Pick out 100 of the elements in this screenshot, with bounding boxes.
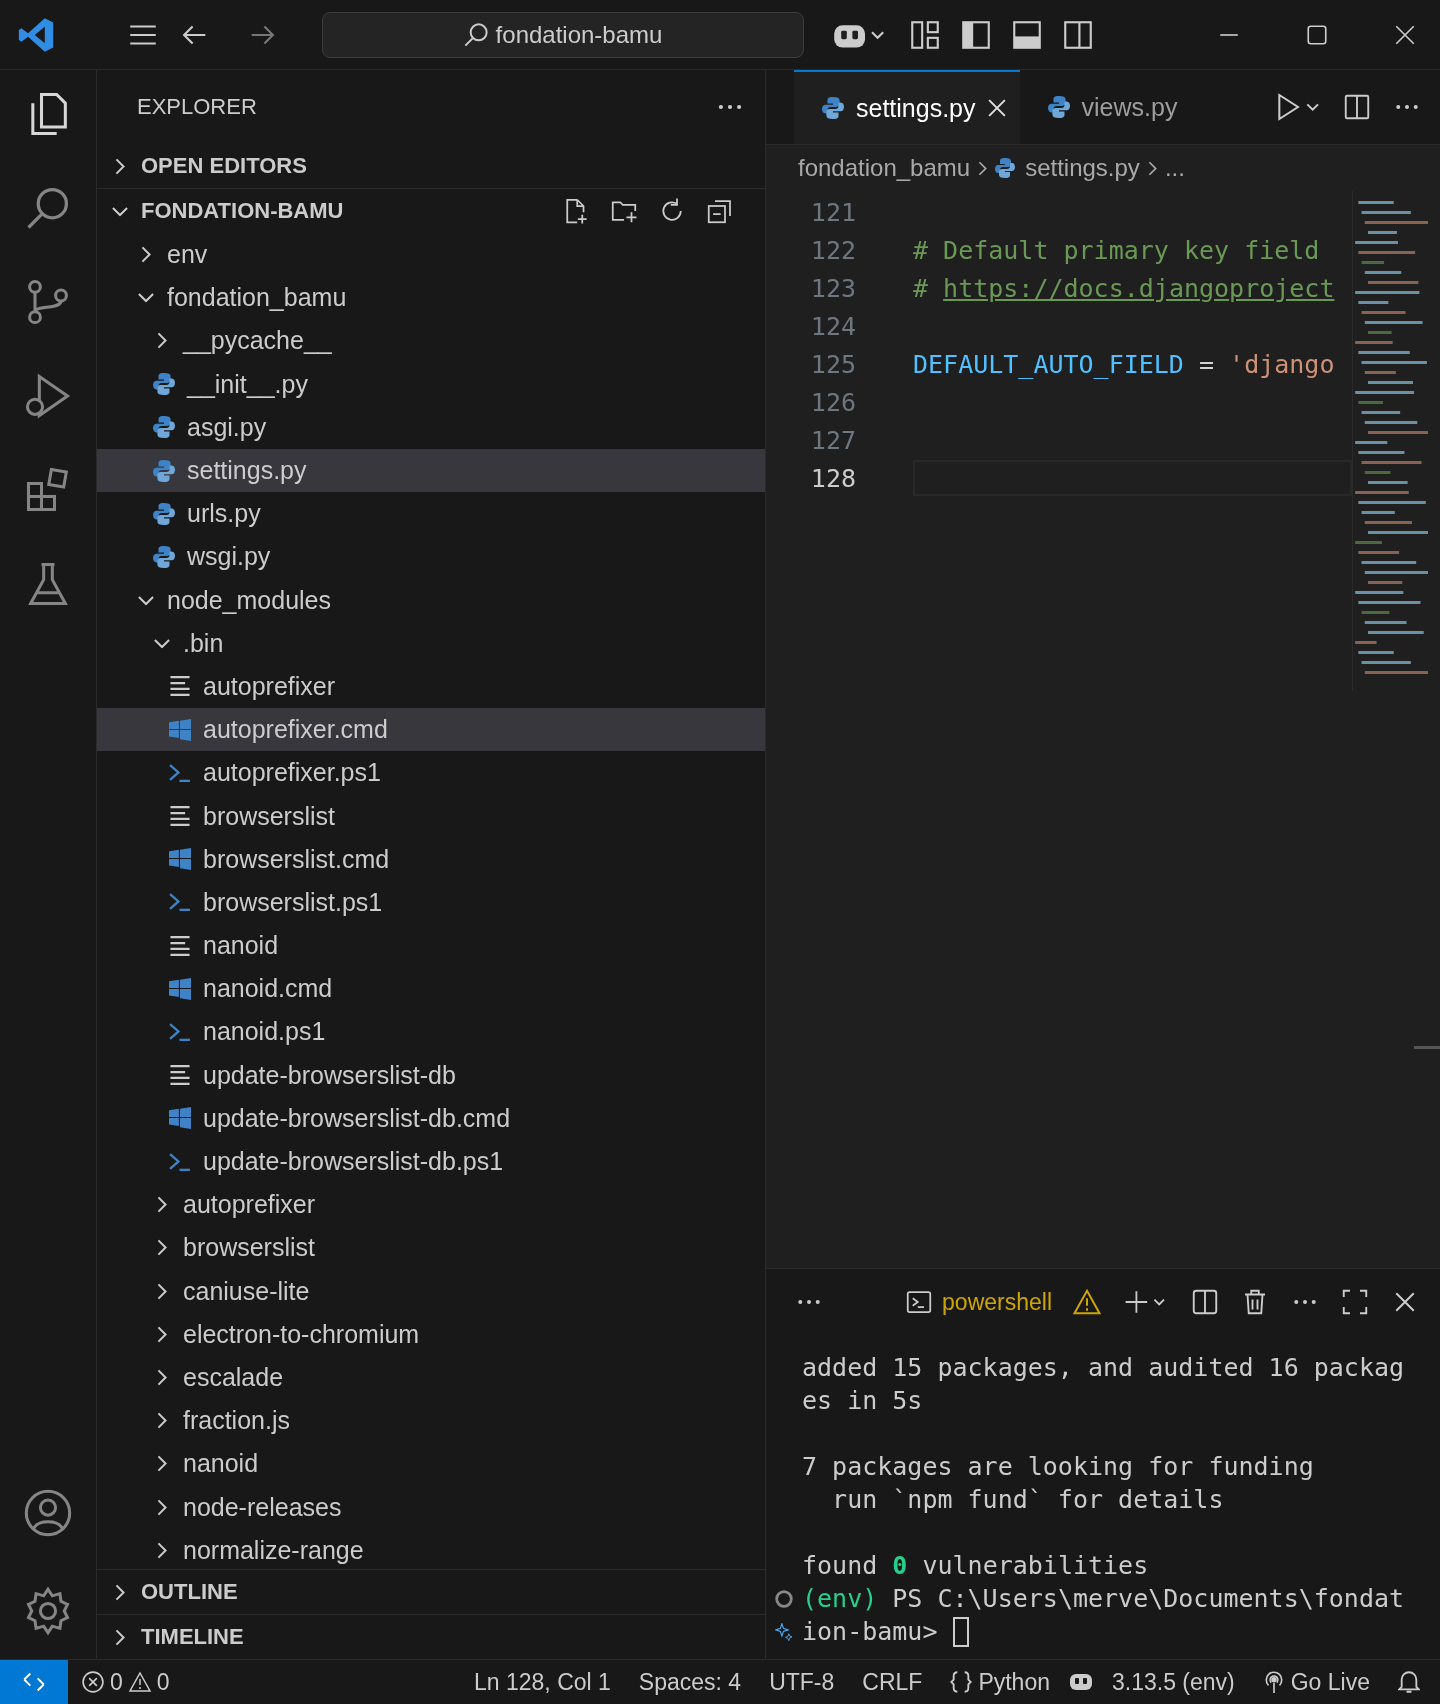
tree-item[interactable]: wsgi.py (97, 535, 765, 579)
cursor-position[interactable]: Ln 128, Col 1 (460, 1668, 625, 1696)
tree-item[interactable]: browserslist.cmd (97, 837, 765, 881)
problems-indicator[interactable]: 0 0 (68, 1668, 184, 1696)
maximize-icon[interactable] (1340, 1287, 1370, 1317)
terminal-output: 7 packages are looking for funding (802, 1452, 1314, 1481)
tree-item[interactable]: nanoid.cmd (97, 967, 765, 1011)
breadcrumb[interactable]: settings.py (995, 154, 1140, 182)
notifications-icon[interactable] (1398, 1671, 1420, 1693)
code-line: # https://docs.djangoproject (913, 273, 1335, 303)
windows-file-icon (169, 848, 191, 871)
line-number: 125 (809, 349, 857, 379)
editor-tab[interactable]: views.py (1019, 70, 1192, 144)
indentation[interactable]: Spaces: 4 (624, 1668, 756, 1696)
braces-icon (950, 1671, 973, 1693)
windows-file-icon (169, 1107, 191, 1130)
tree-item[interactable]: asgi.py (97, 405, 765, 449)
terminal-output: found 0 vulnerabilities (802, 1551, 1149, 1580)
split-editor-icon[interactable] (1342, 92, 1372, 122)
tree-item[interactable]: __init__.py (97, 362, 765, 406)
tree-item[interactable]: browserslist (97, 794, 765, 838)
split-terminal-icon[interactable] (1190, 1287, 1220, 1317)
explorer-title: EXPLORER (137, 94, 257, 120)
tree-item[interactable]: __pycache__ (97, 319, 765, 363)
scrollbar-thumb[interactable] (1414, 1046, 1440, 1049)
section-header[interactable]: OPEN EDITORS (97, 144, 765, 188)
tree-item[interactable]: urls.py (97, 492, 765, 536)
tree-item[interactable]: nanoid (97, 1442, 765, 1486)
python-file-icon (995, 158, 1016, 178)
python-file-icon (153, 373, 175, 396)
python-file-icon (153, 459, 175, 482)
tree-item[interactable]: caniuse-lite (97, 1269, 765, 1313)
tree-item[interactable]: browserslist.ps1 (97, 880, 765, 924)
tree-item[interactable]: autoprefixer.cmd (97, 708, 765, 752)
sparkle-icon[interactable] (775, 1622, 793, 1641)
tree-item[interactable]: fraction.js (97, 1399, 765, 1443)
command-status-icon (775, 1589, 793, 1608)
tree-item[interactable]: node_modules (97, 578, 765, 622)
go-live-button[interactable]: Go Live (1248, 1668, 1384, 1696)
line-number: 121 (809, 197, 857, 227)
search-icon (463, 22, 488, 47)
breadcrumb[interactable]: ... (1164, 154, 1185, 182)
python-interpreter[interactable]: 3.13.5 (env) (1098, 1668, 1249, 1696)
text-file-icon (169, 934, 191, 957)
tree-item[interactable]: autoprefixer (97, 1183, 765, 1227)
close-icon[interactable] (987, 99, 1006, 117)
terminal-output: run `npm fund` for details (831, 1485, 1224, 1514)
terminal-tab[interactable]: powershell (904, 1287, 1052, 1317)
warning-count: 0 (156, 1668, 170, 1696)
section-header[interactable]: OUTLINE (97, 1569, 765, 1614)
tree-item[interactable]: settings.py (97, 448, 765, 493)
terminal-output: (env) PS C:\Users\merve\Documents\fondat (802, 1584, 1405, 1613)
editor-logo-icon (18, 16, 54, 53)
copilot-icon[interactable] (1070, 1671, 1092, 1693)
terminal-file-icon (169, 891, 191, 914)
tree-item[interactable]: browserslist (97, 1226, 765, 1270)
line-ending[interactable]: CRLF (848, 1668, 937, 1696)
tree-item[interactable]: .bin (97, 621, 765, 665)
tree-item[interactable]: update-browserslist-db.ps1 (97, 1139, 765, 1184)
terminal-output: added 15 packages, and audited 16 packag (802, 1353, 1405, 1382)
account-icon[interactable] (22, 1487, 74, 1539)
tree-item[interactable]: autoprefixer.ps1 (97, 751, 765, 795)
line-number: 127 (809, 425, 857, 455)
tree-item[interactable]: nanoid (97, 924, 765, 968)
line-number: 126 (809, 387, 857, 417)
tree-item[interactable]: fondation_bamu (97, 276, 765, 320)
tree-item[interactable]: normalize-range (97, 1528, 765, 1569)
encoding[interactable]: UTF-8 (755, 1668, 849, 1696)
tree-item[interactable]: node-releases (97, 1485, 765, 1529)
tree-item[interactable]: env (97, 233, 765, 277)
breadcrumb[interactable]: fondation_bamu (798, 154, 971, 182)
chevron-icon (978, 160, 988, 176)
error-count: 0 (110, 1668, 123, 1696)
python-file-icon (153, 545, 175, 568)
tree-item[interactable]: autoprefixer (97, 664, 765, 709)
terminal-cursor (952, 1616, 969, 1647)
code-line: DEFAULT_AUTO_FIELD = 'django (913, 349, 1335, 379)
windows-file-icon (169, 718, 191, 741)
language-mode[interactable]: Python (936, 1668, 1064, 1696)
tree-item[interactable]: escalade (97, 1355, 765, 1400)
tree-item[interactable]: nanoid.ps1 (97, 1010, 765, 1054)
error-icon (82, 1671, 104, 1693)
command-search-field[interactable]: fondation-bamu (322, 11, 804, 58)
line-number: 123 (809, 273, 857, 303)
section-header[interactable]: FONDATION-BAMU (97, 188, 765, 233)
warning-icon (128, 1671, 151, 1693)
code-line: # Default primary key field (913, 235, 1320, 265)
more-icon[interactable] (717, 103, 743, 111)
terminal-output: ion-bamu> (802, 1617, 939, 1646)
terminal-output: es in 5s (802, 1386, 923, 1415)
tree-item[interactable]: update-browserslist-db.cmd (97, 1096, 765, 1140)
line-number: 128 (809, 463, 857, 493)
text-file-icon (169, 1064, 191, 1087)
editor-tab[interactable]: settings.py (794, 70, 1020, 144)
python-file-icon (153, 416, 175, 439)
python-file-icon (1047, 96, 1070, 118)
chevron-icon (1147, 160, 1157, 176)
tree-item[interactable]: electron-to-chromium (97, 1312, 765, 1356)
remote-button[interactable] (0, 1660, 68, 1704)
tree-item[interactable]: update-browserslist-db (97, 1053, 765, 1097)
